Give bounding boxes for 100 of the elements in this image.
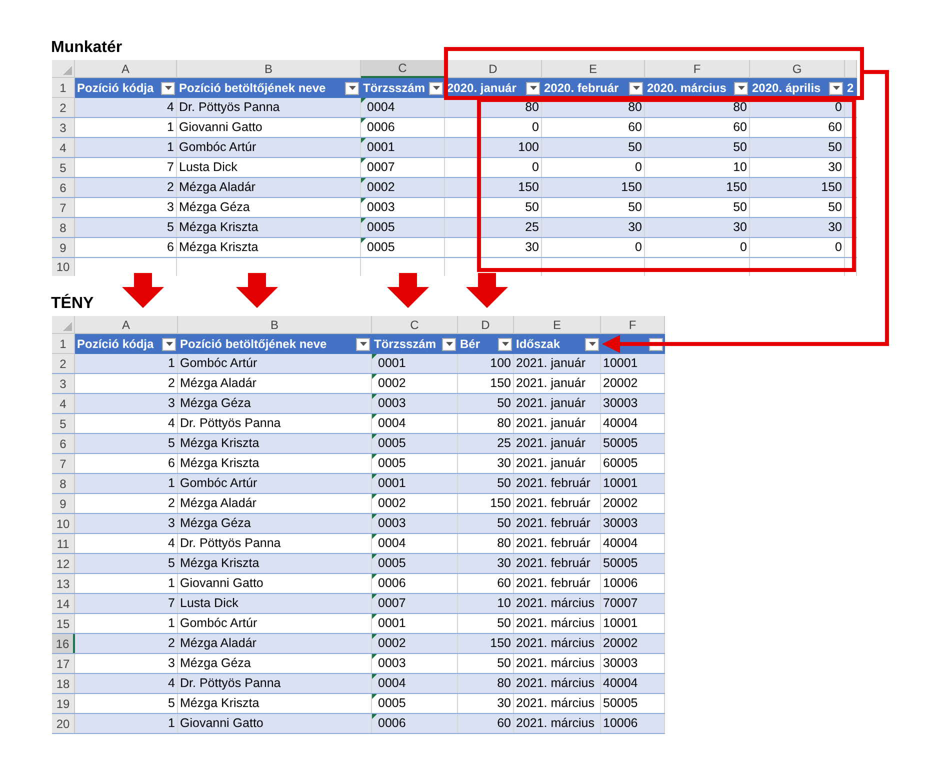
table-cell-text: 10001 [603, 615, 638, 632]
table-cell-text: 10006 [603, 715, 638, 732]
table-cell-text: Lusta Dick [179, 159, 238, 176]
header-label: Bér [460, 336, 480, 353]
caret-icon [360, 342, 366, 346]
table-cell-text: 0007 [378, 595, 406, 612]
filter-button[interactable] [442, 338, 456, 350]
table-cell-text: Mézga Kriszta [179, 219, 258, 236]
column-letter[interactable]: G [792, 60, 802, 77]
column-letter[interactable]: F [693, 60, 701, 77]
table-cell-text: 50005 [603, 555, 638, 572]
table-cell-text: 40004 [603, 535, 638, 552]
table-cell-text: 0003 [378, 515, 406, 532]
table-cell-text: Mézga Géza [180, 395, 251, 412]
column-letter[interactable]: F [628, 316, 636, 333]
column-letter[interactable]: B [264, 60, 272, 77]
table-cell-text: 2021. január [516, 435, 586, 452]
table-cell-text: 50005 [603, 695, 638, 712]
table-cell-text: 3 [168, 395, 175, 412]
table-cell-text: 30003 [603, 395, 638, 412]
column-letter[interactable]: C [398, 60, 407, 76]
table-cell-text: 0004 [367, 99, 395, 116]
table-cell-text: 10001 [603, 355, 638, 372]
table-cell-text: 100 [518, 139, 539, 156]
table-cell-text: 2021. március [516, 655, 595, 672]
filter-button[interactable] [162, 338, 176, 350]
table-cell-text: 30 [733, 219, 747, 236]
column-letter[interactable]: A [121, 60, 130, 77]
corner-triangle-icon [63, 66, 72, 75]
table-cell-text: 60 [828, 119, 842, 136]
table-cell-text: Mézga Aladár [180, 635, 256, 652]
table-cell-text: 2021. január [516, 415, 586, 432]
table-cell-text: 150 [490, 375, 511, 392]
table-cell-text: 0002 [378, 495, 406, 512]
header-label: 2 [847, 80, 854, 97]
filter-button[interactable] [734, 82, 748, 94]
column-letter[interactable]: B [270, 316, 278, 333]
table-cell-text: 10001 [603, 475, 638, 492]
table-cell-text: 60 [497, 575, 511, 592]
column-letter[interactable]: D [488, 60, 498, 77]
table-cell-text: 150 [726, 179, 747, 196]
header-label: Pozíció betöltőjének neve [180, 336, 327, 353]
column-letter[interactable]: D [481, 316, 490, 333]
table-cell-text: 100 [490, 355, 511, 372]
table-cell-text: Mézga Aladár [179, 179, 256, 196]
table-cell-text: 80 [733, 99, 747, 116]
table-cell-text: 0 [740, 239, 747, 256]
column-letter[interactable]: C [410, 316, 419, 333]
table-cell-text: 30 [497, 695, 511, 712]
filter-button[interactable] [829, 82, 843, 94]
table-cell-text: 0005 [378, 695, 406, 712]
table-cell-text: 1 [168, 615, 175, 632]
table-cell-text: 0005 [378, 455, 406, 472]
table-cell-text: 2021. március [516, 595, 595, 612]
filter-button[interactable] [585, 338, 599, 350]
table-cell-text: 2021. január [516, 355, 586, 372]
caret-icon [632, 86, 640, 90]
header-label: Törzsszám [363, 80, 426, 97]
table-cell-text: 2021. január [516, 375, 586, 392]
filter-button[interactable] [526, 82, 540, 94]
caret-icon [832, 86, 840, 90]
table-cell-text: 70007 [603, 595, 638, 612]
filter-button[interactable] [429, 82, 443, 94]
table-cell-text: 10006 [603, 575, 638, 592]
table-cell-text: 50 [828, 199, 842, 216]
table-cell-text: Mézga Géza [180, 655, 251, 672]
column-letter[interactable]: A [122, 316, 130, 333]
table-cell-text: 3 [168, 655, 175, 672]
table-cell-text: Mézga Aladár [180, 495, 256, 512]
filter-button[interactable] [629, 82, 643, 94]
table-cell-text: 5 [168, 695, 175, 712]
table-cell-text: 0001 [367, 139, 395, 156]
table-cell-text: 1 [168, 475, 175, 492]
filter-button[interactable] [161, 82, 175, 94]
sheet-title: TÉNY [51, 292, 95, 314]
header-label: 2020. április [752, 80, 821, 97]
table-cell-text: 0 [835, 239, 842, 256]
table-cell-text: 80 [628, 99, 642, 116]
table-cell-text: 2021. február [516, 555, 590, 572]
table-cell-text: 0006 [378, 715, 406, 732]
table-cell-text: 20002 [603, 495, 638, 512]
table-cell-text: 25 [497, 435, 511, 452]
caret-icon [738, 86, 744, 90]
filter-button[interactable] [345, 82, 359, 94]
column-letter[interactable]: E [588, 60, 597, 77]
table-cell-text: 5 [167, 219, 174, 236]
table-cell-text: 0 [835, 99, 842, 116]
table-cell-text: 0005 [378, 555, 406, 572]
column-letter[interactable]: E [552, 316, 561, 333]
table-cell-text: 50 [628, 199, 642, 216]
table-cell-text: 2021. február [516, 495, 590, 512]
table-cell-text: 50005 [603, 435, 638, 452]
table-cell-text: 7 [167, 159, 174, 176]
filter-button[interactable] [498, 338, 512, 350]
table-cell-text: 1 [167, 139, 174, 156]
caret-icon [502, 342, 508, 346]
table-cell-text: 4 [168, 415, 175, 432]
table-cell-text: 2021. március [516, 675, 595, 692]
filter-button[interactable] [356, 338, 370, 350]
table-cell-text: Mézga Aladár [180, 375, 256, 392]
